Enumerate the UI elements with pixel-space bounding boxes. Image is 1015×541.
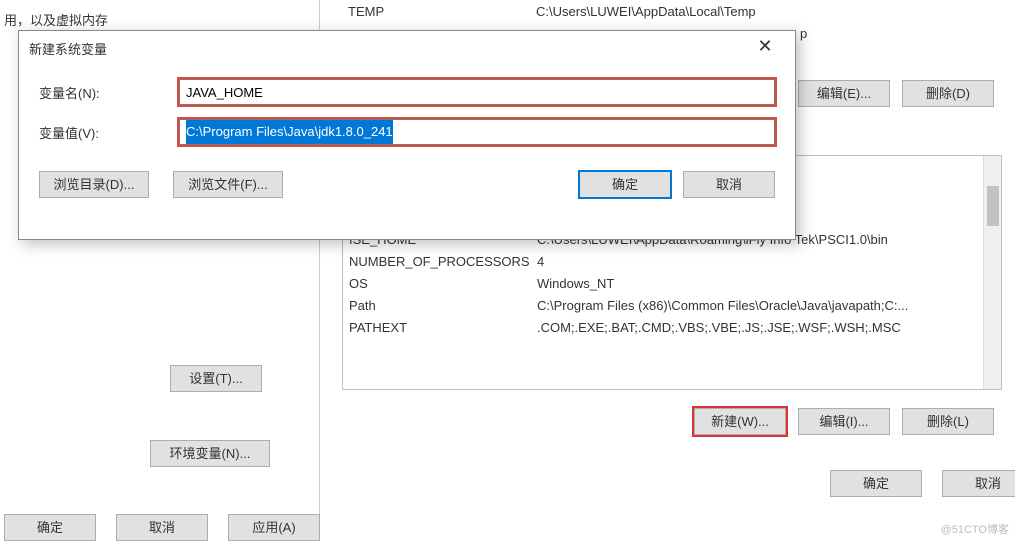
selected-text: C:\Program Files\Java\jdk1.8.0_241 [186, 120, 393, 144]
browse-directory-button[interactable]: 浏览目录(D)... [39, 171, 149, 198]
browse-file-button[interactable]: 浏览文件(F)... [173, 171, 283, 198]
ok-button[interactable]: 确定 [830, 470, 922, 497]
vm-text-fragment: 用，以及虚拟内存 [4, 10, 108, 29]
dialog-titlebar[interactable]: 新建系统变量 ✕ [19, 31, 795, 65]
variable-name-label: 变量名(N): [39, 83, 179, 102]
cancel-button[interactable]: 取消 [116, 514, 208, 541]
table-row: PathC:\Program Files (x86)\Common Files\… [343, 294, 1001, 316]
scrollbar[interactable] [983, 156, 1001, 389]
var-value-cell: .COM;.EXE;.BAT;.CMD;.VBS;.VBE;.JS;.JSE;.… [531, 320, 1001, 335]
cancel-button[interactable]: 取消 [683, 171, 775, 198]
ok-button[interactable]: 确定 [579, 171, 671, 198]
env-dialog-okcancel: 确定 取消 [830, 470, 1015, 497]
scrollbar-thumb[interactable] [987, 186, 999, 226]
table-row: OSWindows_NT [343, 272, 1001, 294]
edit-sys-var-button[interactable]: 编辑(I)... [798, 408, 890, 435]
name-row: 变量名(N): [39, 79, 775, 105]
var-value-cell: Windows_NT [531, 276, 1001, 291]
var-value-cell: C:\Users\LUWEI\AppData\Local\Temp [530, 4, 986, 19]
delete-user-var-button[interactable]: 删除(D) [902, 80, 994, 107]
var-value-cell: 4 [531, 254, 1001, 269]
var-value-cell: C:\Program Files (x86)\Common Files\Orac… [531, 298, 1001, 313]
table-row: NUMBER_OF_PROCESSORS4 [343, 250, 1001, 272]
dialog-title: 新建系统变量 [29, 39, 745, 58]
value-row: 变量值(V): C:\Program Files\Java\jdk1.8.0_2… [39, 119, 775, 145]
variable-value-label: 变量值(V): [39, 123, 179, 142]
delete-sys-var-button[interactable]: 删除(L) [902, 408, 994, 435]
dialog-buttons: 浏览目录(D)... 浏览文件(F)... 确定 取消 [39, 171, 775, 198]
edit-user-var-button[interactable]: 编辑(E)... [798, 80, 890, 107]
new-system-variable-dialog: 新建系统变量 ✕ 变量名(N): 变量值(V): C:\Program File… [18, 30, 796, 240]
settings-button[interactable]: 设置(T)... [170, 365, 262, 392]
var-name-cell: OS [343, 276, 531, 291]
var-name-cell: TEMP [342, 4, 530, 19]
system-vars-buttons: 新建(W)... 编辑(I)... 删除(L) [694, 408, 994, 435]
variable-name-input[interactable] [179, 79, 775, 105]
var-name-cell: NUMBER_OF_PROCESSORS [343, 254, 531, 269]
var-name-cell: Path [343, 298, 531, 313]
close-icon[interactable]: ✕ [745, 34, 785, 62]
variable-value-input[interactable]: C:\Program Files\Java\jdk1.8.0_241 [179, 119, 775, 145]
sysprops-bottom-row: 确定 取消 应用(A) [4, 514, 320, 541]
var-name-cell: PATHEXT [343, 320, 531, 335]
cancel-button[interactable]: 取消 [942, 470, 1015, 497]
env-vars-button[interactable]: 环境变量(N)... [150, 440, 270, 467]
ok-button[interactable]: 确定 [4, 514, 96, 541]
table-row: TEMP C:\Users\LUWEI\AppData\Local\Temp [342, 0, 986, 22]
new-sys-var-button[interactable]: 新建(W)... [694, 408, 786, 435]
apply-button[interactable]: 应用(A) [228, 514, 320, 541]
table-row: PATHEXT.COM;.EXE;.BAT;.CMD;.VBS;.VBE;.JS… [343, 316, 1001, 338]
